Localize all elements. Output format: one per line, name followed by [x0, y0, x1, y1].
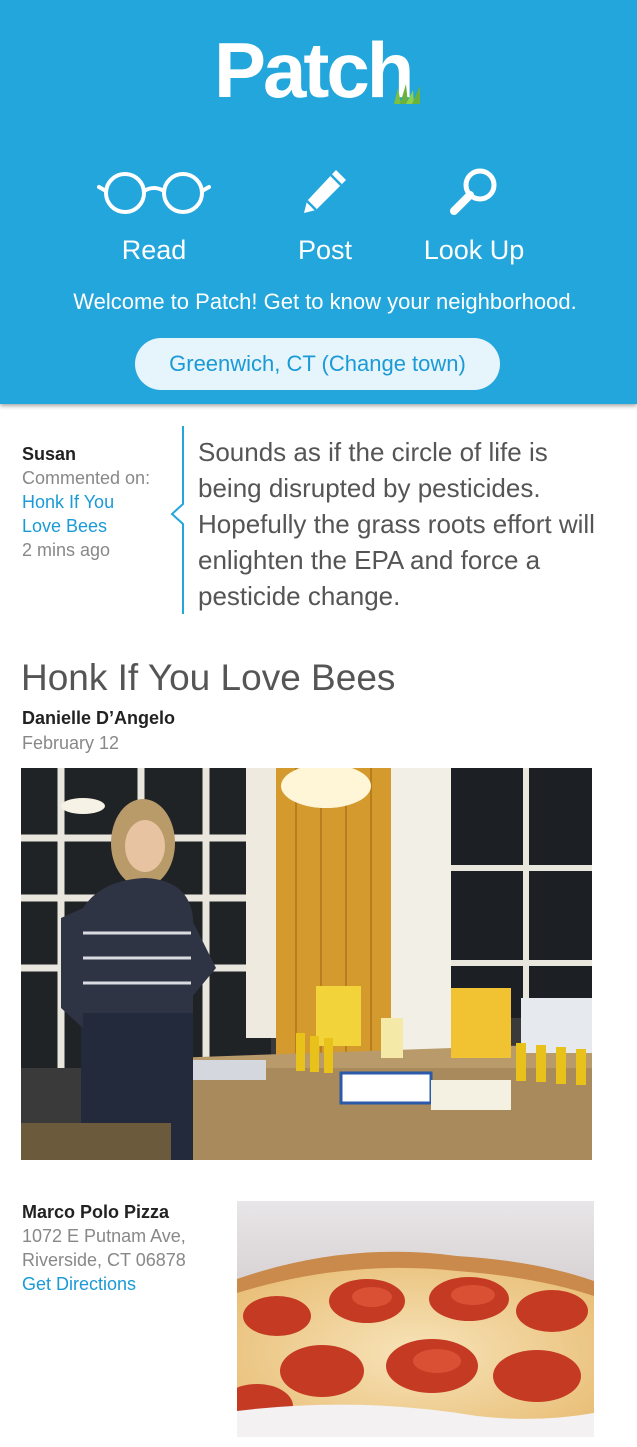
pizza-photo[interactable] — [237, 1201, 594, 1437]
comment-meta: Susan Commented on: Honk If You Love Bee… — [22, 442, 172, 562]
header: Patch Read Post Look Up Welcome to Patch… — [0, 0, 637, 404]
comment-text: Sounds as if the circle of life is being… — [198, 437, 595, 611]
nav-lookup-label: Look Up — [423, 235, 525, 265]
change-town-button[interactable]: Greenwich, CT (Change town) — [135, 338, 500, 390]
pencil-icon — [304, 170, 346, 213]
welcome-text: Welcome to Patch! Get to know your neigh… — [73, 289, 577, 314]
glasses-icon — [97, 172, 211, 214]
nav-read-label: Read — [121, 235, 187, 265]
comment-time: 2 mins ago — [22, 540, 111, 560]
place-info: Marco Polo Pizza 1072 E Putnam Ave, Rive… — [22, 1200, 222, 1296]
place-name[interactable]: Marco Polo Pizza — [22, 1200, 222, 1224]
get-directions-link[interactable]: Get Directions — [22, 1274, 136, 1294]
comment-action: Commented on: — [22, 468, 151, 488]
speech-divider — [170, 426, 184, 614]
grass-icon — [394, 84, 420, 104]
search-icon — [450, 168, 497, 215]
place-address-line1: 1072 E Putnam Ave, — [22, 1226, 186, 1246]
nav-lookup[interactable]: Look Up — [399, 160, 549, 266]
article-author[interactable]: Danielle D’Angelo — [22, 708, 175, 729]
nav-post-label: Post — [297, 235, 353, 265]
article-photo[interactable] — [21, 768, 592, 1160]
place-address-line2: Riverside, CT 06878 — [22, 1250, 186, 1270]
comment-article-link[interactable]: Honk If You Love Bees — [22, 490, 142, 538]
nav-read[interactable]: Read — [79, 160, 229, 266]
article-title[interactable]: Honk If You Love Bees — [21, 656, 395, 700]
comment-user[interactable]: Susan — [22, 442, 172, 466]
nav-post[interactable]: Post — [250, 160, 400, 266]
article-date: February 12 — [22, 733, 120, 753]
